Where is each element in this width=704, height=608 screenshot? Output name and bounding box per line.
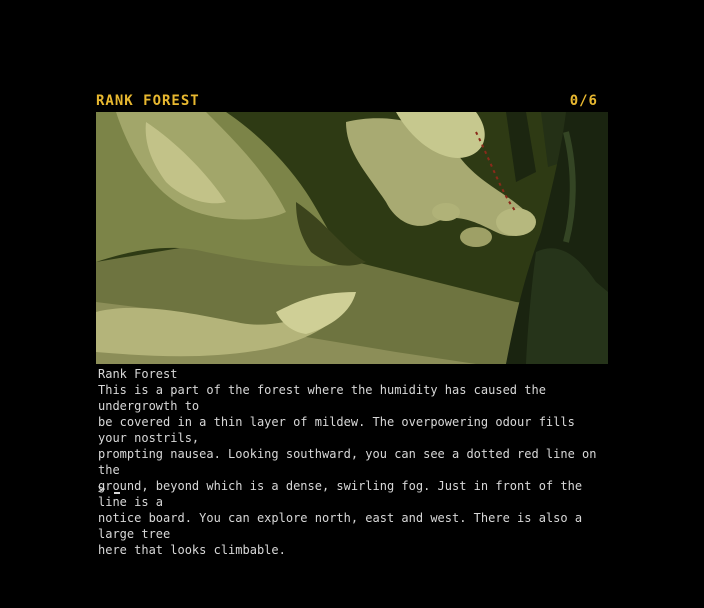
command-prompt[interactable]: > [98,481,121,497]
scene-illustration [96,112,608,364]
room-text: Rank Forest This is a part of the forest… [98,366,610,558]
location-heading: RANK FOREST [96,93,200,109]
score-counter: 0/6 [569,93,598,109]
prompt-symbol: > [98,482,106,496]
room-description: This is a part of the forest where the h… [98,383,597,557]
game-screen: RANK FOREST 0/6 Rank Forest This is a pa… [0,0,704,608]
room-title: Rank Forest [98,367,178,381]
text-cursor [114,492,121,494]
